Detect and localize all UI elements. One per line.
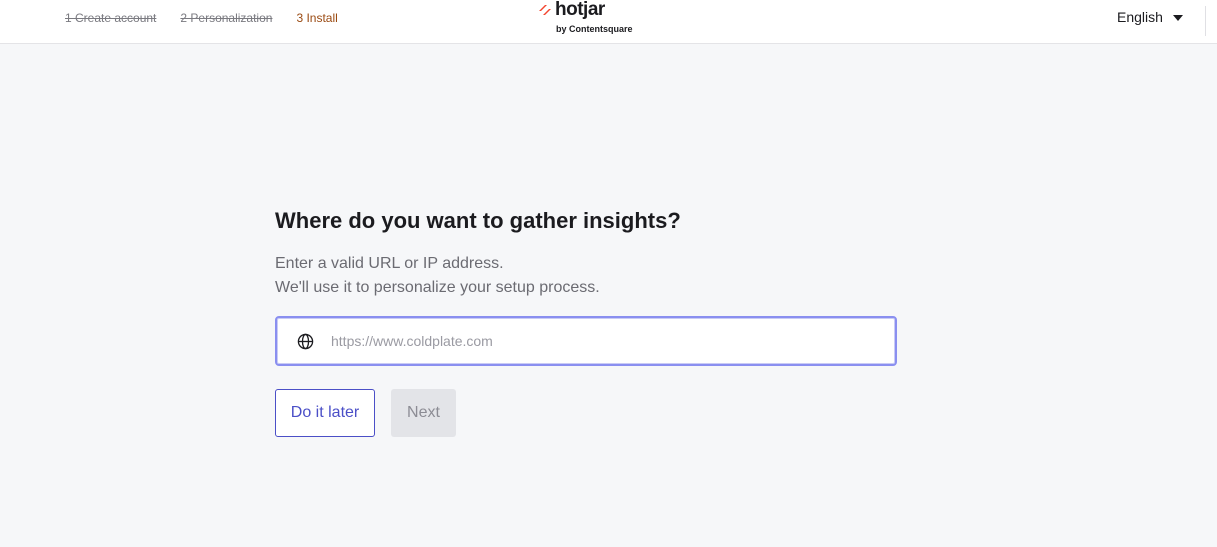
hotjar-logo: hotjar by Contentsquare — [538, 0, 638, 40]
globe-icon — [297, 333, 314, 350]
do-it-later-button[interactable]: Do it later — [275, 389, 375, 437]
step-personalization: 2 Personalization — [180, 11, 273, 25]
logo-tagline: by Contentsquare — [556, 24, 633, 34]
step-create-account: 1 Create account — [65, 11, 157, 25]
url-input[interactable] — [331, 318, 871, 364]
language-selector[interactable]: English — [1117, 9, 1183, 25]
description-line-2: We'll use it to personalize your setup p… — [275, 279, 600, 296]
page-description: Enter a valid URL or IP address. We'll u… — [275, 252, 897, 300]
header-divider — [1205, 6, 1206, 36]
chevron-down-icon — [1172, 15, 1183, 21]
action-buttons: Do it later Next — [275, 389, 897, 437]
next-button[interactable]: Next — [391, 389, 456, 437]
install-form: Where do you want to gather insights? En… — [275, 206, 897, 437]
description-line-1: Enter a valid URL or IP address. — [275, 255, 504, 272]
url-field[interactable] — [275, 316, 897, 366]
step-install: 3 Install — [296, 11, 338, 25]
page-title: Where do you want to gather insights? — [275, 208, 681, 233]
progress-steps: 1 Create account 2 Personalization 3 Ins… — [65, 11, 338, 25]
top-bar: 1 Create account 2 Personalization 3 Ins… — [0, 0, 1217, 44]
hotjar-mark-icon — [539, 5, 551, 15]
language-label: English — [1117, 9, 1163, 25]
logo-wordmark: hotjar — [555, 0, 605, 20]
